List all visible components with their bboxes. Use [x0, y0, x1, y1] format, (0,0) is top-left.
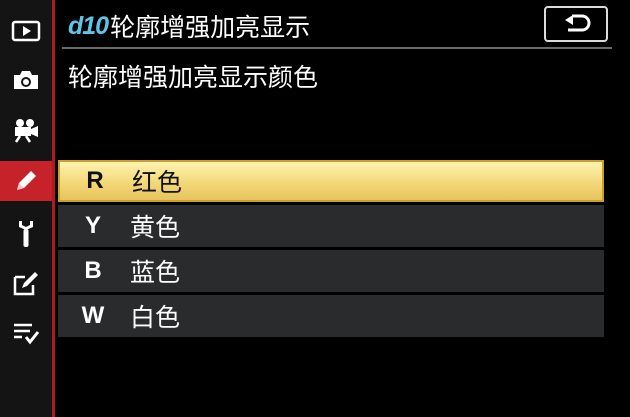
option-blue[interactable]: B 蓝色	[58, 250, 604, 292]
option-key: Y	[84, 212, 101, 239]
option-label: 黄色	[130, 213, 181, 242]
option-red[interactable]: R 红色	[58, 160, 604, 202]
option-label: 蓝色	[130, 258, 181, 287]
retouch-menu-tab[interactable]	[0, 263, 52, 303]
option-key: B	[84, 257, 102, 284]
setup-menu-tab[interactable]	[0, 214, 52, 254]
movie-icon	[14, 119, 38, 143]
return-icon	[565, 14, 591, 32]
page-title: d10 轮廓增强加亮显示	[68, 9, 310, 43]
playback-icon	[11, 20, 41, 42]
retouch-icon	[13, 272, 38, 296]
option-key: R	[86, 167, 104, 194]
option-yellow[interactable]: Y 黄色	[58, 205, 604, 247]
sidebar-divider	[52, 0, 55, 417]
wrench-icon	[19, 221, 33, 247]
my-menu-icon	[14, 323, 40, 345]
custom-settings-menu-tab[interactable]	[0, 161, 52, 201]
option-label: 白色	[130, 303, 181, 332]
option-key: W	[81, 302, 105, 329]
setting-subtitle: 轮廓增强加亮显示颜色	[68, 63, 319, 92]
menu-code: d10	[68, 11, 109, 40]
camera-icon	[14, 71, 38, 89]
playback-menu-tab[interactable]	[0, 11, 52, 51]
menu-sidebar	[0, 0, 52, 417]
option-label: 红色	[132, 168, 183, 197]
photo-shooting-menu-tab[interactable]	[0, 60, 52, 100]
menu-header: d10 轮廓增强加亮显示	[62, 6, 610, 44]
option-white[interactable]: W 白色	[58, 295, 604, 337]
color-option-list: R 红色 Y 黄色 B 蓝色 W 白色	[58, 160, 604, 340]
page-title-text: 轮廓增强加亮显示	[110, 13, 311, 42]
my-menu-tab[interactable]	[0, 313, 52, 353]
pencil-icon	[17, 171, 36, 190]
header-divider	[62, 47, 612, 49]
back-button[interactable]	[544, 6, 608, 42]
movie-shooting-menu-tab[interactable]	[0, 110, 52, 150]
